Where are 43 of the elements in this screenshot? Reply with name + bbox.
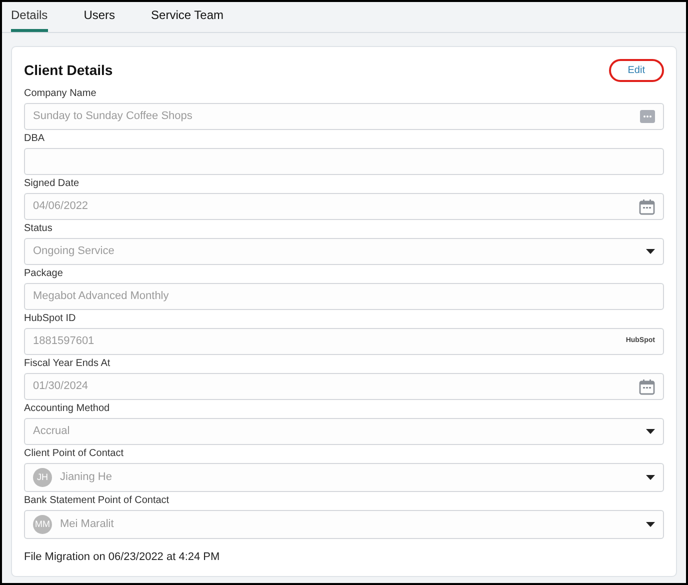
field-value: Mei Maralit — [60, 517, 115, 532]
dropdown-field[interactable]: Ongoing Service — [24, 238, 664, 265]
field-value: Sunday to Sunday Coffee Shops — [33, 109, 194, 124]
card-title: Client Details — [24, 61, 113, 80]
avatar: JH — [33, 468, 52, 487]
avatar: MM — [33, 515, 52, 534]
edit-button[interactable]: Edit — [608, 59, 664, 82]
field-label: Company Name — [24, 88, 98, 100]
dropdown-field[interactable]: JH Jianing He — [24, 463, 664, 492]
tab[interactable]: Details — [11, 6, 48, 32]
field-value: Ongoing Service — [33, 244, 116, 260]
migration-note: File Migration on 06/23/2022 at 4:24 PM — [24, 550, 221, 565]
input-field[interactable]: Sunday to Sunday Coffee Shops — [24, 103, 664, 130]
field-label: Client Point of Contact — [24, 448, 124, 460]
tab[interactable]: Service Team — [151, 6, 224, 32]
field-label: Fiscal Year Ends At — [24, 358, 112, 370]
date-field[interactable]: 04/06/2022 — [24, 193, 664, 220]
field-label: HubSpot ID — [24, 313, 77, 325]
dropdown-field[interactable]: Accrual — [24, 418, 664, 445]
date-field[interactable]: 01/30/2024 — [24, 373, 664, 400]
tab[interactable]: Users — [84, 6, 116, 32]
field-value: 01/30/2024 — [33, 379, 90, 394]
input-field[interactable]: Megabot Advanced Monthly — [24, 283, 664, 310]
calendar-icon — [639, 198, 655, 214]
field-label: DBA — [24, 133, 46, 145]
dropdown-caret-icon — [646, 429, 655, 434]
field-label: Bank Statement Point of Contact — [24, 495, 170, 507]
dropdown-caret-icon — [646, 475, 655, 480]
calendar-icon — [639, 378, 655, 394]
field-value: Jianing He — [60, 470, 113, 486]
field-label: Status — [24, 223, 54, 235]
dropdown-caret-icon — [646, 522, 655, 527]
field-label: Accounting Method — [24, 403, 111, 415]
dropdown-caret-icon — [646, 249, 655, 254]
field-label: Signed Date — [24, 178, 80, 190]
more-icon — [640, 110, 655, 123]
dropdown-field[interactable]: MM Mei Maralit — [24, 510, 664, 539]
field-value: Megabot Advanced Monthly — [33, 289, 170, 304]
input-field[interactable] — [24, 148, 664, 175]
field-value: Accrual — [33, 424, 71, 440]
field-label: Package — [24, 268, 64, 280]
field-value: 04/06/2022 — [33, 199, 90, 214]
field-value: 1881597601 — [33, 334, 96, 350]
